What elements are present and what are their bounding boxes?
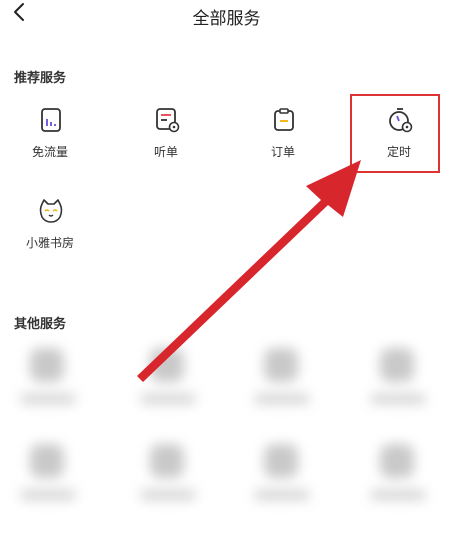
service-item-listen-list[interactable]: 听单 xyxy=(131,107,201,177)
page-title: 全部服务 xyxy=(192,9,261,29)
blurred-service-item xyxy=(128,342,208,422)
cat-mascot-icon xyxy=(39,199,63,223)
blurred-service-item xyxy=(242,342,322,422)
service-label: 订单 xyxy=(270,145,295,159)
blurred-service-item xyxy=(358,342,438,422)
service-label: 听单 xyxy=(153,145,178,159)
service-label: 小雅书房 xyxy=(25,236,74,250)
listen-list-icon xyxy=(156,108,180,133)
service-item-orders[interactable]: 订单 xyxy=(248,107,318,177)
blurred-service-item xyxy=(242,438,322,518)
section-title-other: 其他服务 xyxy=(14,317,67,332)
service-item-free-data[interactable]: 免流量 xyxy=(15,107,85,177)
blurred-service-item xyxy=(8,342,88,422)
data-plan-icon xyxy=(41,108,61,132)
section-title-recommended: 推荐服务 xyxy=(14,71,67,86)
order-icon xyxy=(274,108,294,131)
service-item-reading-room[interactable]: 小雅书房 xyxy=(15,198,85,268)
highlight-box xyxy=(350,94,440,173)
blurred-service-item xyxy=(128,438,208,518)
top-bar: 全部服务 xyxy=(0,0,453,30)
blurred-service-item xyxy=(358,438,438,518)
blurred-service-item xyxy=(8,438,88,518)
service-label: 免流量 xyxy=(31,145,68,159)
